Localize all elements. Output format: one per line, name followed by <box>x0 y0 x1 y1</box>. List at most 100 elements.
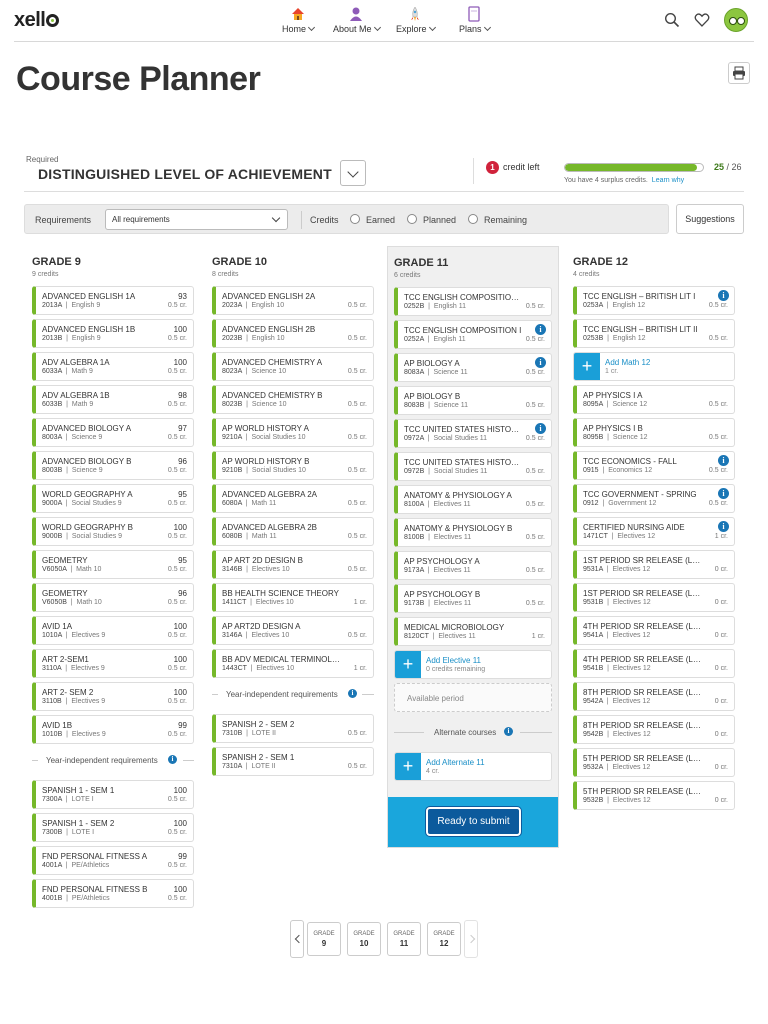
course-card[interactable]: MEDICAL MICROBIOLOGY 8120CT | Electives 1… <box>394 617 552 646</box>
info-icon[interactable]: i <box>168 755 177 764</box>
course-card[interactable]: ADVANCED CHEMISTRY A 8023A | Science 10 0.… <box>212 352 374 381</box>
course-card[interactable]: ANATOMY & PHYSIOLOGY B 8100B | Electives … <box>394 518 552 547</box>
course-card[interactable]: ANATOMY & PHYSIOLOGY A 8100A | Electives … <box>394 485 552 514</box>
info-icon[interactable]: i <box>348 689 357 698</box>
pager-grade-12[interactable]: GRADE 12 <box>427 922 461 956</box>
pager-grade-9[interactable]: GRADE 9 <box>307 922 341 956</box>
course-card[interactable]: ADVANCED ALGEBRA 2B 6080B | Math 11 0.5 cr… <box>212 517 374 546</box>
course-card[interactable]: AP PHYSICS I A 8095A | Science 12 0.5 cr. <box>573 385 735 414</box>
course-card[interactable]: ADVANCED ENGLISH 2A 2023A | English 10 0.5… <box>212 286 374 315</box>
course-card[interactable]: 4TH PERIOD SR RELEASE (LUNCH)9541A | Ele… <box>573 616 735 645</box>
course-card[interactable]: WORLD GEOGRAPHY A 9000A | Social Studies … <box>32 484 194 513</box>
course-card[interactable]: 1ST PERIOD SR RELEASE (LUNCH)9531B | Ele… <box>573 583 735 612</box>
course-card[interactable]: WORLD GEOGRAPHY B 9000B | Social Studies … <box>32 517 194 546</box>
course-card[interactable]: SPANISH 1 - SEM 2 7300B | LOTE I 0.5 cr. 10… <box>32 813 194 842</box>
course-card[interactable]: AP ART 2D DESIGN B 3146B | Electives 10 0.… <box>212 550 374 579</box>
course-meta: 0252B | English 11 <box>404 303 467 310</box>
info-icon[interactable]: i <box>718 488 729 499</box>
course-card[interactable]: ADVANCED CHEMISTRY B 8023B | Science 10 0.… <box>212 385 374 414</box>
course-card[interactable]: SPANISH 2 - SEM 2 7310B | LOTE II 0.5 cr. <box>212 714 374 743</box>
info-icon[interactable]: i <box>718 290 729 301</box>
course-card[interactable]: AP BIOLOGY B 8083B | Science 11 0.5 cr. <box>394 386 552 415</box>
nav-home[interactable]: Home <box>282 6 316 34</box>
info-icon[interactable]: i <box>718 455 729 466</box>
course-grade: 93 <box>178 292 187 301</box>
suggestions-button[interactable]: Suggestions <box>676 204 744 234</box>
info-icon[interactable]: i <box>718 521 729 532</box>
search-icon[interactable] <box>664 12 680 28</box>
info-icon[interactable]: i <box>504 727 513 736</box>
course-card[interactable]: SPANISH 1 - SEM 1 7300A | LOTE I 0.5 cr. 10… <box>32 780 194 809</box>
requirement-dropdown-button[interactable] <box>340 160 366 186</box>
course-card[interactable]: CERTIFIED NURSING AIDE 1471CT | Electives… <box>573 517 735 546</box>
info-icon[interactable]: i <box>535 324 546 335</box>
course-card[interactable]: 8TH PERIOD SR RELEASE (LUNCH)9542B | Ele… <box>573 715 735 744</box>
earned-radio[interactable] <box>350 214 360 224</box>
available-period-slot[interactable]: Available period <box>394 683 552 712</box>
course-card[interactable]: 1ST PERIOD SR RELEASE (LUNCH)9531A | Ele… <box>573 550 735 579</box>
xello-logo[interactable]: xell <box>14 9 60 32</box>
course-card[interactable]: 5TH PERIOD SR RELEASE (LUNCH)9532A | Ele… <box>573 748 735 777</box>
pager-prev-button[interactable] <box>290 920 304 958</box>
course-card[interactable]: 4TH PERIOD SR RELEASE (LUNCH)9541B | Ele… <box>573 649 735 678</box>
course-card[interactable]: TCC ENGLISH – BRITISH LIT I 0253A | Engli… <box>573 286 735 315</box>
course-card[interactable]: TCC GOVERNMENT - SPRING 0912 | Government… <box>573 484 735 513</box>
add-alternate-button[interactable]: + Add Alternate 11 4 cr. <box>394 752 552 781</box>
course-card[interactable]: AP BIOLOGY A 8083A | Science 11 0.5 cr. i <box>394 353 552 382</box>
pager-grade-10[interactable]: GRADE 10 <box>347 922 381 956</box>
pager-grade-11[interactable]: GRADE 11 <box>387 922 421 956</box>
course-card[interactable]: TCC UNITED STATES HISTORY I 0972A | Socia… <box>394 419 552 448</box>
course-card[interactable]: ADVANCED ALGEBRA 2A 6080A | Math 11 0.5 cr… <box>212 484 374 513</box>
course-card[interactable]: ADV ALGEBRA 1A 6033A | Math 9 0.5 cr. 100 <box>32 352 194 381</box>
course-card[interactable]: ADVANCED ENGLISH 1A 2013A | English 9 0.5 … <box>32 286 194 315</box>
course-card[interactable]: TCC ENGLISH COMPOSITION I 0252A | English… <box>394 320 552 349</box>
course-card[interactable]: 5TH PERIOD SR RELEASE (LUNCH)9532B | Ele… <box>573 781 735 810</box>
learn-why-link[interactable]: Learn why <box>652 177 684 184</box>
course-card[interactable]: GEOMETRY V6050B | Math 10 0.5 cr. 96 <box>32 583 194 612</box>
remaining-radio[interactable] <box>468 214 478 224</box>
planned-radio[interactable] <box>407 214 417 224</box>
course-card[interactable]: ART 2- SEM 2 3110B | Electives 9 0.5 cr. 10… <box>32 682 194 711</box>
requirements-select[interactable]: All requirements <box>105 209 288 230</box>
course-card[interactable]: AP WORLD HISTORY B 9210B | Social Studies… <box>212 451 374 480</box>
course-meta: 6033A | Math 9 <box>42 368 93 375</box>
course-card[interactable]: ADV ALGEBRA 1B 6033B | Math 9 0.5 cr. 98 <box>32 385 194 414</box>
course-card[interactable]: 8TH PERIOD SR RELEASE (LUNCH)9542A | Ele… <box>573 682 735 711</box>
pager-next-button[interactable] <box>464 920 478 958</box>
credit-progress-fill <box>565 164 698 171</box>
course-card[interactable]: AP PHYSICS I B 8095B | Science 12 0.5 cr. <box>573 418 735 447</box>
course-card[interactable]: ADVANCED BIOLOGY A 8003A | Science 9 0.5 c… <box>32 418 194 447</box>
info-icon[interactable]: i <box>535 357 546 368</box>
nav-explore[interactable]: Explore <box>396 6 436 34</box>
ready-to-submit-button[interactable]: Ready to submit <box>426 807 521 836</box>
course-card[interactable]: BB HEALTH SCIENCE THEORY 1411CT | Electiv… <box>212 583 374 612</box>
heart-icon[interactable] <box>694 12 710 28</box>
course-card[interactable]: BB ADV MEDICAL TERMINOLOGY 1443CT | Elect… <box>212 649 374 678</box>
course-card[interactable]: GEOMETRY V6050A | Math 10 0.5 cr. 95 <box>32 550 194 579</box>
user-avatar[interactable] <box>724 8 748 32</box>
course-card[interactable]: AP WORLD HISTORY A 9210A | Social Studies… <box>212 418 374 447</box>
course-card[interactable]: ART 2-SEM1 3110A | Electives 9 0.5 cr. 100 <box>32 649 194 678</box>
course-card[interactable]: ADVANCED ENGLISH 2B 2023B | English 10 0.5… <box>212 319 374 348</box>
course-card[interactable]: AP ART2D DESIGN A 3146A | Electives 10 0.5… <box>212 616 374 645</box>
course-card[interactable]: FND PERSONAL FITNESS B 4001B | PE/Athleti… <box>32 879 194 908</box>
course-card[interactable]: TCC ENGLISH COMPOSITION II 0252B | Englis… <box>394 287 552 316</box>
info-icon[interactable]: i <box>535 423 546 434</box>
course-card[interactable]: SPANISH 2 - SEM 1 7310A | LOTE II 0.5 cr. <box>212 747 374 776</box>
course-card[interactable]: TCC UNITED STATES HISTORY II 0972B | Soci… <box>394 452 552 481</box>
course-card[interactable]: AVID 1B 1010B | Electives 9 0.5 cr. 99 <box>32 715 194 744</box>
course-card[interactable]: TCC ECONOMICS - FALL 0915 | Economics 12 0… <box>573 451 735 480</box>
course-card[interactable]: AP PSYCHOLOGY A 9173A | Electives 11 0.5 c… <box>394 551 552 580</box>
course-card[interactable]: ADVANCED BIOLOGY B 8003B | Science 9 0.5 c… <box>32 451 194 480</box>
course-name: 5TH PERIOD SR RELEASE (LUNCH) <box>583 754 701 763</box>
nav-plans[interactable]: Plans <box>459 6 491 34</box>
course-card[interactable]: ADVANCED ENGLISH 1B 2013B | English 9 0.5 … <box>32 319 194 348</box>
course-card[interactable]: AP PSYCHOLOGY B 9173B | Electives 11 0.5 c… <box>394 584 552 613</box>
print-button[interactable] <box>728 62 750 84</box>
course-card[interactable]: TCC ENGLISH – BRITISH LIT II 0253B | Engl… <box>573 319 735 348</box>
add-elective-button[interactable]: + Add Elective 11 0 credits remaining <box>394 650 552 679</box>
course-card[interactable]: AVID 1A 1010A | Electives 9 0.5 cr. 100 <box>32 616 194 645</box>
nav-about-me[interactable]: About Me <box>333 6 381 34</box>
course-card[interactable]: FND PERSONAL FITNESS A 4001A | PE/Athleti… <box>32 846 194 875</box>
add-math-button[interactable]: + Add Math 12 1 cr. <box>573 352 735 381</box>
